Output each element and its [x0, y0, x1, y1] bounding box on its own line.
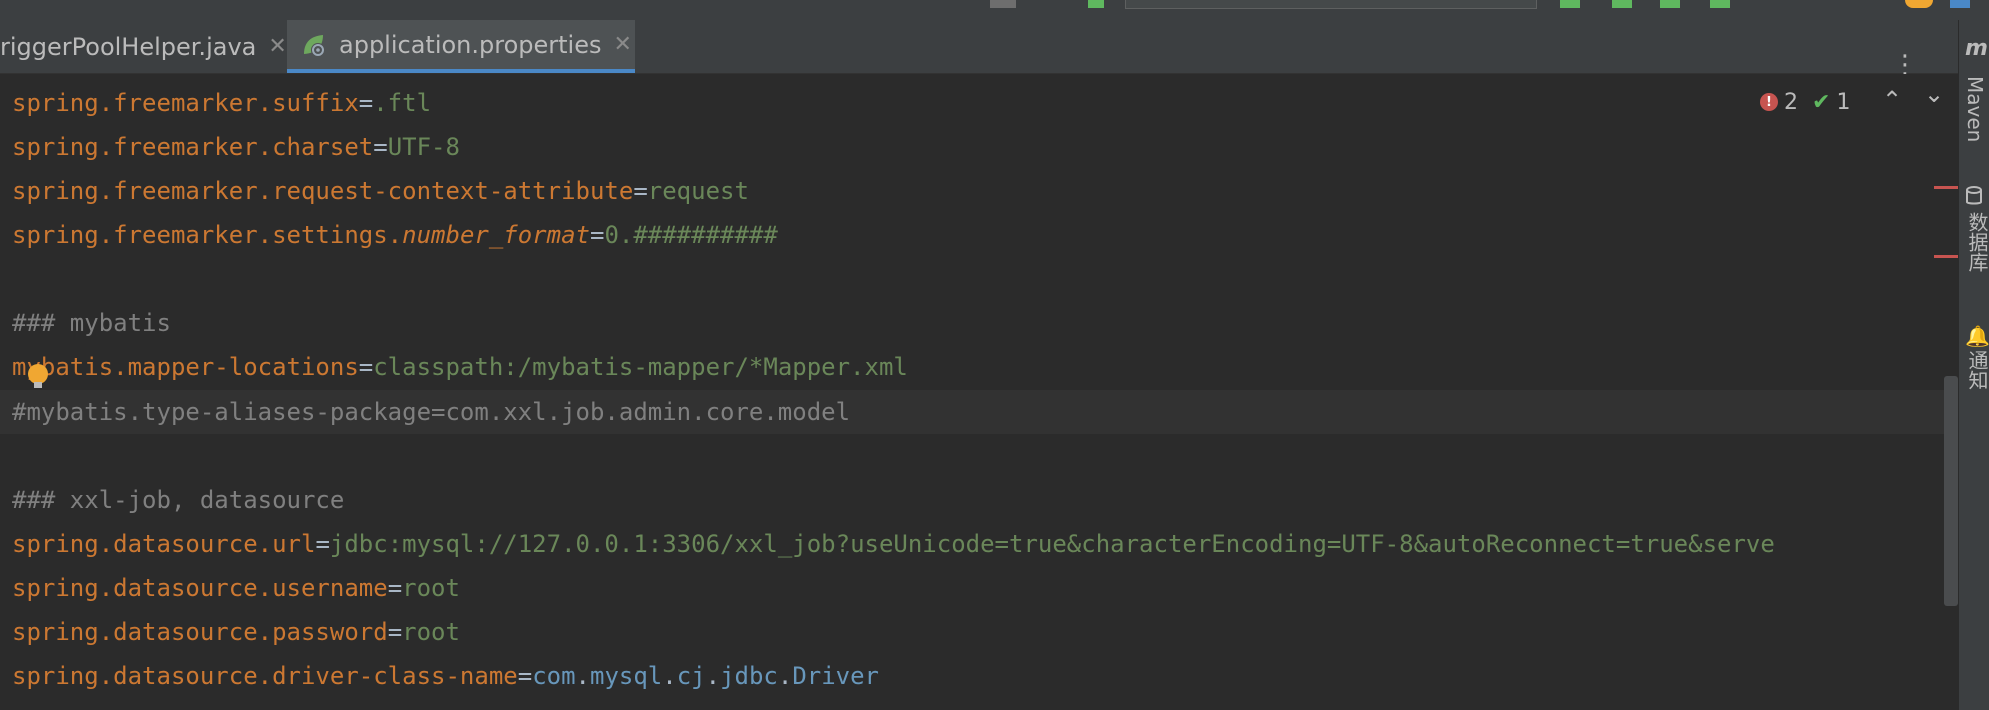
build-icon[interactable]: [1088, 0, 1104, 8]
coverage-icon[interactable]: [1660, 0, 1680, 8]
update-icon[interactable]: [1950, 0, 1970, 8]
main-toolbar: [0, 0, 1989, 21]
error-stripe-marker[interactable]: [1934, 255, 1958, 258]
code-comment-line[interactable]: ### mybatis: [12, 301, 171, 345]
lightbulb-icon[interactable]: [28, 364, 48, 388]
maven-tool-window-button[interactable]: Maven: [1963, 76, 1987, 142]
code-line[interactable]: spring.freemarker.request-context-attrib…: [12, 169, 749, 213]
tab-application-properties[interactable]: application.properties ✕: [287, 20, 635, 73]
run-icon[interactable]: [1560, 0, 1580, 8]
error-stripe-marker[interactable]: [1934, 186, 1958, 189]
right-tool-window-bar: m Maven 数据库 🔔 通知: [1958, 20, 1989, 710]
editor-scrollbar[interactable]: [1944, 376, 1958, 606]
maven-icon[interactable]: m: [1965, 36, 1988, 61]
code-line[interactable]: spring.freemarker.charset=UTF-8: [12, 125, 460, 169]
database-tool-window-button[interactable]: 数据库: [1963, 212, 1989, 272]
code-line[interactable]: spring.datasource.username=root: [12, 566, 460, 610]
code-line[interactable]: spring.datasource.password=root: [12, 610, 460, 654]
tab-label: riggerPoolHelper.java: [0, 32, 257, 61]
tab-label: application.properties: [339, 30, 602, 59]
code-line[interactable]: spring.datasource.url=jdbc:mysql://127.0…: [12, 522, 1775, 566]
editor-tab-bar: riggerPoolHelper.java ✕ application.prop…: [0, 20, 1958, 78]
code-comment-line[interactable]: #mybatis.type-aliases-package=com.xxl.jo…: [12, 390, 850, 434]
close-icon[interactable]: ✕: [268, 34, 286, 59]
tab-trigger-pool-helper[interactable]: riggerPoolHelper.java ✕: [0, 20, 287, 73]
code-line[interactable]: mybatis.mapper-locations=classpath:/myba…: [12, 345, 908, 389]
spring-properties-icon: [301, 32, 327, 58]
database-icon[interactable]: [1965, 186, 1983, 211]
debug-icon[interactable]: [1612, 0, 1632, 8]
warning-count: 1: [1836, 89, 1851, 115]
profile-icon[interactable]: [1710, 0, 1730, 8]
code-line[interactable]: spring.datasource.driver-class-name=com.…: [12, 654, 879, 698]
code-editor[interactable]: spring.freemarker.suffix=.ftl spring.fre…: [0, 74, 1958, 710]
code-line[interactable]: spring.freemarker.suffix=.ftl: [12, 81, 431, 125]
error-count: 2: [1784, 89, 1798, 115]
run-config-selector[interactable]: [1125, 0, 1537, 9]
bell-icon[interactable]: 🔔: [1965, 324, 1989, 348]
inspection-widget[interactable]: ! 2 ✔ 1: [1760, 88, 1850, 116]
check-icon: ✔: [1812, 89, 1831, 115]
code-comment-line[interactable]: ### xxl-job, datasource: [12, 478, 344, 522]
close-icon[interactable]: ✕: [614, 32, 632, 57]
previous-highlight-icon[interactable]: ⌃: [1882, 86, 1902, 114]
next-highlight-icon[interactable]: ⌄: [1924, 80, 1944, 108]
notifications-tool-window-button[interactable]: 通知: [1963, 350, 1989, 390]
error-icon: !: [1760, 93, 1778, 111]
code-line[interactable]: spring.freemarker.settings.number_format…: [12, 213, 778, 257]
toolbar-icon[interactable]: [990, 0, 1016, 8]
avatar[interactable]: [1905, 0, 1933, 8]
